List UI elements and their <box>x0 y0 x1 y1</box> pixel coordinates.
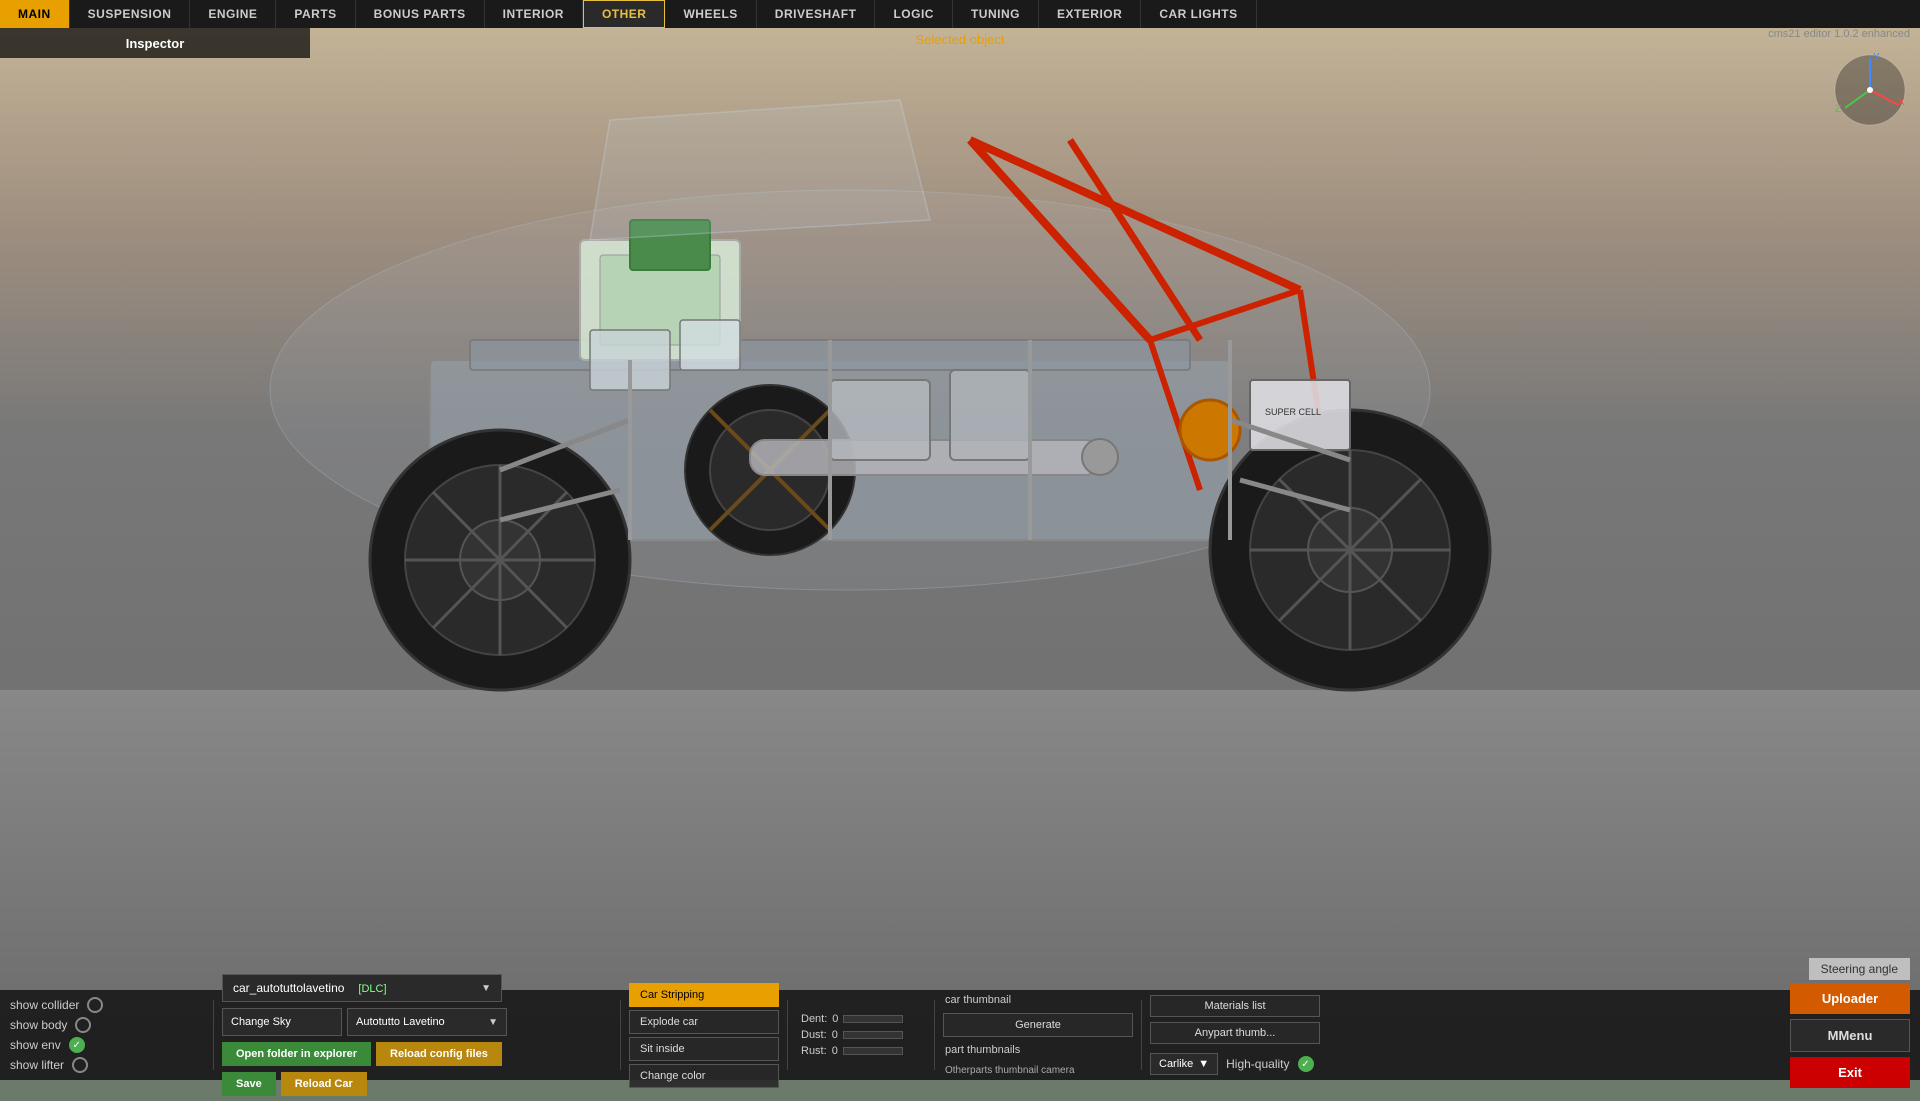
show-collider-row: show collider <box>10 997 200 1013</box>
version-text: cms21 editor 1.0.2 enhanced <box>1768 28 1910 40</box>
car-selector-area: car_autotuttolavetino [DLC] ▼ Change Sky… <box>217 969 617 1101</box>
inspector-label: Inspector <box>126 36 185 51</box>
inspector-panel: Inspector <box>0 28 310 58</box>
open-folder-button[interactable]: Open folder in explorer <box>222 1042 371 1066</box>
car-thumbnail-label: car thumbnail <box>943 992 1133 1008</box>
tab-car-lights[interactable]: CAR LIGHTS <box>1141 0 1256 28</box>
sky-value: Autotutto Lavetino <box>356 1016 445 1028</box>
show-lifter-row: show lifter <box>10 1057 200 1073</box>
tab-tuning[interactable]: TUNING <box>953 0 1039 28</box>
car-dropdown-arrow: ▼ <box>481 983 491 994</box>
reload-car-button[interactable]: Reload Car <box>281 1072 367 1096</box>
tab-wheels[interactable]: WHEELS <box>665 0 756 28</box>
show-env-checkbox[interactable] <box>69 1037 85 1053</box>
tab-bonus-parts[interactable]: BONUS PARTS <box>356 0 485 28</box>
tab-interior[interactable]: INTERIOR <box>485 0 583 28</box>
rust-bar <box>843 1047 903 1055</box>
show-lifter-checkbox[interactable] <box>72 1057 88 1073</box>
quality-preset-value: Carlike <box>1159 1058 1193 1070</box>
tab-logic[interactable]: LOGIC <box>875 0 953 28</box>
quality-preset-dropdown[interactable]: Carlike ▼ <box>1150 1053 1218 1075</box>
axis-indicator: Y X Z <box>1830 50 1910 130</box>
explode-car-button[interactable]: Explode car <box>629 1010 779 1034</box>
part-thumbnails-label: part thumbnails <box>943 1042 1133 1058</box>
tab-engine[interactable]: ENGINE <box>190 0 276 28</box>
bottom-left-section: show collider show body show env show li… <box>0 992 210 1078</box>
change-color-button[interactable]: Change color <box>629 1064 779 1088</box>
right-buttons-section: Materials list Anypart thumb... Carlike … <box>1145 990 1325 1080</box>
rust-value: 0 <box>832 1045 838 1057</box>
materials-list-button[interactable]: Materials list <box>1150 995 1320 1017</box>
change-sky-button[interactable]: Change Sky <box>222 1008 342 1036</box>
car-stripping-button[interactable]: Car Stripping <box>629 983 779 1007</box>
separator-1 <box>213 1000 214 1070</box>
dent-label: Dent: <box>801 1013 827 1025</box>
quality-area: Carlike ▼ High-quality ✓ <box>1150 1053 1320 1075</box>
generate-button[interactable]: Generate <box>943 1013 1133 1037</box>
sky-dropdown-row: Change Sky Autotutto Lavetino ▼ <box>222 1008 612 1036</box>
high-quality-indicator: ✓ <box>1298 1056 1314 1072</box>
dust-label: Dust: <box>801 1029 827 1041</box>
sky-dropdown-arrow: ▼ <box>488 1017 498 1028</box>
svg-text:Y: Y <box>1873 52 1880 63</box>
dust-stat-row: Dust: 0 <box>801 1029 921 1041</box>
right-action-buttons: Uploader MMenu Exit <box>1780 978 1920 1093</box>
stats-area: Dent: 0 Dust: 0 Rust: 0 <box>791 1008 931 1062</box>
svg-text:X: X <box>1898 97 1905 108</box>
car-scene: SUPER CELL <box>150 40 1550 840</box>
separator-2 <box>620 1000 621 1070</box>
tab-main[interactable]: MAIN <box>0 0 70 28</box>
dust-value: 0 <box>832 1029 838 1041</box>
anypart-thumb-button[interactable]: Anypart thumb... <box>1150 1022 1320 1044</box>
separator-4 <box>934 1000 935 1070</box>
car-selector-dropdown[interactable]: car_autotuttolavetino [DLC] ▼ <box>222 974 502 1002</box>
reload-config-button[interactable]: Reload config files <box>376 1042 502 1066</box>
quality-preset-arrow: ▼ <box>1198 1058 1209 1070</box>
action-buttons: Open folder in explorer Reload config fi… <box>222 1042 612 1066</box>
tab-other[interactable]: OTHER <box>583 0 666 28</box>
steering-angle-label: Steering angle <box>1821 962 1898 976</box>
uploader-button[interactable]: Uploader <box>1790 983 1910 1014</box>
show-env-row: show env <box>10 1037 200 1053</box>
top-nav: MAIN SUSPENSION ENGINE PARTS BONUS PARTS… <box>0 0 1920 28</box>
show-collider-label: show collider <box>10 998 79 1012</box>
rust-stat-row: Rust: 0 <box>801 1045 921 1057</box>
show-collider-checkbox[interactable] <box>87 997 103 1013</box>
tab-parts[interactable]: PARTS <box>276 0 355 28</box>
change-sky-label: Change Sky <box>231 1016 291 1028</box>
sit-inside-button[interactable]: Sit inside <box>629 1037 779 1061</box>
thumbnail-area: car thumbnail Generate part thumbnails O… <box>938 987 1138 1083</box>
show-env-label: show env <box>10 1038 61 1052</box>
car-selector-value: car_autotuttolavetino [DLC] <box>233 981 387 995</box>
exit-button[interactable]: Exit <box>1790 1057 1910 1088</box>
svg-text:Z: Z <box>1835 104 1841 115</box>
dent-stat-row: Dent: 0 <box>801 1013 921 1025</box>
show-lifter-label: show lifter <box>10 1058 64 1072</box>
high-quality-label: High-quality <box>1226 1057 1289 1071</box>
car-dropdown-row: car_autotuttolavetino [DLC] ▼ <box>222 974 612 1002</box>
save-button[interactable]: Save <box>222 1072 276 1096</box>
context-menu-area: Car Stripping Explode car Sit inside Cha… <box>624 978 784 1093</box>
dent-bar <box>843 1015 903 1023</box>
rust-label: Rust: <box>801 1045 827 1057</box>
separator-3 <box>787 1000 788 1070</box>
sky-selector-dropdown[interactable]: Autotutto Lavetino ▼ <box>347 1008 507 1036</box>
otherparts-camera-label: Otherparts thumbnail camera <box>943 1063 1133 1078</box>
mmenu-button[interactable]: MMenu <box>1790 1019 1910 1052</box>
dust-bar <box>843 1031 903 1039</box>
tab-exterior[interactable]: EXTERIOR <box>1039 0 1141 28</box>
dent-value: 0 <box>832 1013 838 1025</box>
separator-5 <box>1141 1000 1142 1070</box>
show-body-row: show body <box>10 1017 200 1033</box>
svg-text:SUPER CELL: SUPER CELL <box>1265 407 1321 417</box>
selected-object-label: Selected object <box>916 32 1005 47</box>
show-body-label: show body <box>10 1018 67 1032</box>
action-buttons-2: Save Reload Car <box>222 1072 612 1096</box>
car-svg: SUPER CELL <box>150 40 1550 820</box>
tab-driveshaft[interactable]: DRIVESHAFT <box>757 0 876 28</box>
bottom-bar: show collider show body show env show li… <box>0 990 1920 1080</box>
tab-suspension[interactable]: SUSPENSION <box>70 0 191 28</box>
show-body-checkbox[interactable] <box>75 1017 91 1033</box>
